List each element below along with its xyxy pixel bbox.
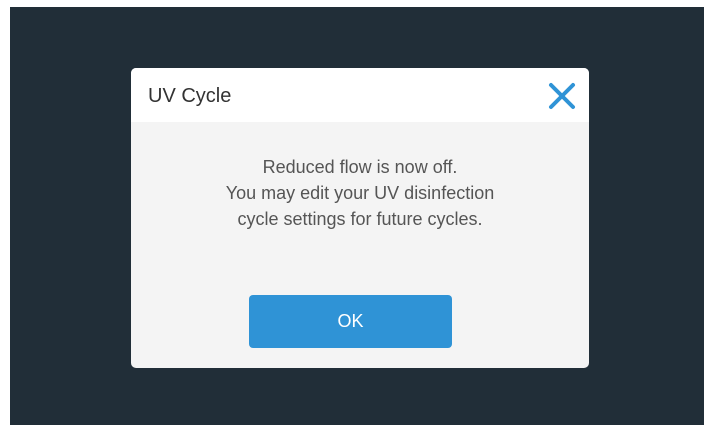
- dialog-message: Reduced flow is now off. You may edit yo…: [131, 154, 589, 232]
- dialog-header: UV Cycle: [131, 68, 589, 122]
- ok-button[interactable]: OK: [249, 295, 452, 348]
- app-background: UV Cycle Reduced flow is now off. You ma…: [10, 7, 704, 425]
- close-icon: [549, 83, 575, 109]
- message-line: Reduced flow is now off.: [262, 157, 458, 177]
- close-button[interactable]: [545, 79, 579, 113]
- message-line: cycle settings for future cycles.: [237, 209, 483, 229]
- message-line: You may edit your UV disinfection: [225, 183, 495, 203]
- dialog-title: UV Cycle: [148, 85, 232, 107]
- uv-cycle-dialog: UV Cycle Reduced flow is now off. You ma…: [131, 68, 589, 368]
